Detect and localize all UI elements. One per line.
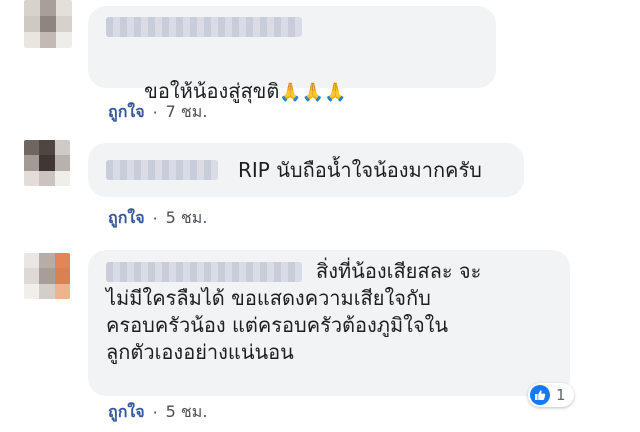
comment-meta: ถูกใจ · 7 ชม. — [108, 100, 207, 125]
comment-bubble: ขอให้น้องสู่สุขติ🙏🙏🙏 — [88, 6, 496, 103]
avatar[interactable] — [24, 140, 70, 186]
comment-first-line: สิ่งที่น้องเสียสละ จะ — [106, 258, 552, 285]
like-thumb-icon — [530, 385, 550, 405]
comment-text: ขอให้น้องสู่สุขติ — [144, 78, 280, 103]
commenter-name-redacted[interactable] — [106, 261, 302, 282]
reaction-summary[interactable]: 1 — [528, 383, 574, 407]
meta-separator: · — [152, 403, 158, 422]
avatar[interactable] — [24, 253, 70, 299]
folded-hands-icon: 🙏🙏🙏 — [279, 81, 347, 103]
reaction-count: 1 — [556, 386, 566, 404]
comment-text: ไม่มีใครลืมได้ ขอแสดงความเสียใจกับ ครอบค… — [106, 286, 449, 364]
comment-text: RIP นับถือน้ำใจน้องมากครับ — [238, 157, 482, 182]
comment-timestamp[interactable]: 5 ชม. — [166, 206, 208, 231]
commenter-name-redacted[interactable] — [106, 160, 218, 180]
comment-timestamp[interactable]: 5 ชม. — [166, 400, 208, 425]
like-link[interactable]: ถูกใจ — [108, 206, 145, 231]
comment-meta: ถูกใจ · 5 ชม. — [108, 206, 207, 231]
comment-meta: ถูกใจ · 5 ชม. — [108, 400, 207, 425]
avatar[interactable] — [24, 0, 72, 48]
comment-bubble: RIP นับถือน้ำใจน้องมากครับ — [88, 143, 524, 197]
like-link[interactable]: ถูกใจ — [108, 400, 145, 425]
comment-timestamp[interactable]: 7 ชม. — [166, 100, 208, 125]
comment-bubble: สิ่งที่น้องเสียสละ จะ ไม่มีใครลืมได้ ขอแ… — [88, 250, 570, 396]
meta-separator: · — [152, 103, 158, 122]
like-link[interactable]: ถูกใจ — [108, 100, 145, 125]
comment-text-line1: สิ่งที่น้องเสียสละ จะ — [316, 259, 482, 283]
commenter-name-redacted[interactable] — [106, 16, 302, 37]
meta-separator: · — [152, 209, 158, 228]
